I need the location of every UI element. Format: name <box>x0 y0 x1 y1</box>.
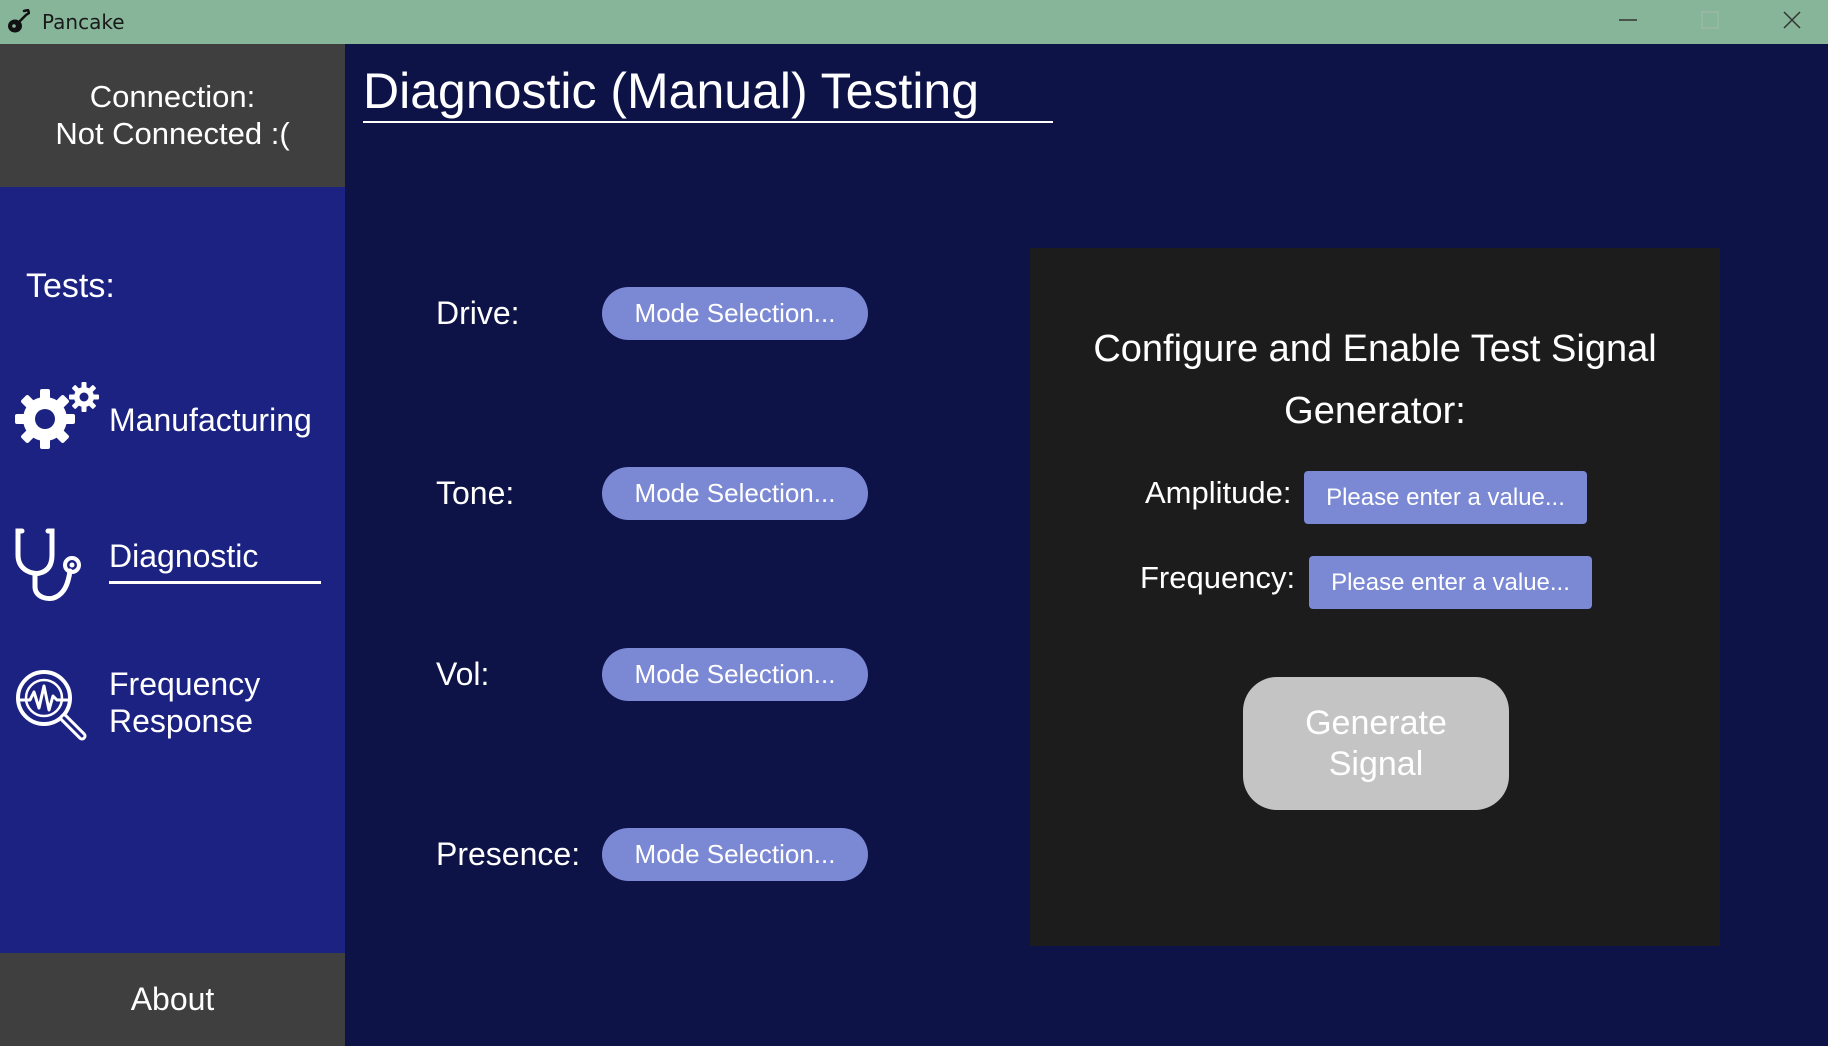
minimize-icon <box>1618 10 1638 35</box>
title-bar: Pancake <box>0 0 1828 44</box>
sidebar-item-manufacturing[interactable]: Manufacturing <box>0 377 345 467</box>
presence-label: Presence: <box>436 836 581 872</box>
connection-status: Connection: Not Connected :( <box>0 44 345 187</box>
frequency-label: Frequency: <box>1140 560 1296 595</box>
title-underline <box>363 121 1053 123</box>
tests-nav: Tests: Manufacturing Diagnostic Frequenc… <box>0 187 345 953</box>
signal-generator-title-line2: Generator: <box>1284 390 1466 432</box>
tone-mode-button[interactable]: Mode Selection... <box>602 467 868 520</box>
frequency-input[interactable]: Please enter a value... <box>1309 556 1592 609</box>
connection-label: Connection: <box>89 79 256 114</box>
close-button[interactable] <box>1752 0 1828 44</box>
generate-signal-label-line2: Signal <box>1328 744 1424 783</box>
drive-label: Drive: <box>436 295 520 331</box>
amplitude-label: Amplitude: <box>1145 475 1292 510</box>
signal-generator-title-line1: Configure and Enable Test Signal <box>1093 328 1657 370</box>
presence-control: Presence: Mode Selection... <box>436 828 956 882</box>
window-title: Pancake <box>42 10 125 34</box>
vol-label: Vol: <box>436 656 490 692</box>
generate-signal-label: Generate Signal <box>1286 703 1466 785</box>
sidebar: Connection: Not Connected :( Tests: Manu… <box>0 44 345 1046</box>
vol-mode-button[interactable]: Mode Selection... <box>602 648 868 701</box>
guitar-icon <box>6 9 30 35</box>
tone-control: Tone: Mode Selection... <box>436 467 956 521</box>
sidebar-item-diagnostic[interactable]: Diagnostic <box>0 527 345 607</box>
active-indicator <box>109 581 321 584</box>
sidebar-item-label-line1: Frequency <box>109 666 261 702</box>
sidebar-item-label: Diagnostic <box>109 538 259 574</box>
maximize-button[interactable] <box>1670 0 1750 44</box>
sidebar-item-label: Frequency Response <box>109 666 260 740</box>
generate-signal-label-line1: Generate <box>1305 703 1447 742</box>
amplitude-input[interactable]: Please enter a value... <box>1304 471 1587 524</box>
signal-generator-panel: Configure and Enable Test Signal Generat… <box>1030 248 1720 946</box>
gears-icon <box>12 379 102 456</box>
about-button[interactable]: About <box>0 953 345 1046</box>
drive-control: Drive: Mode Selection... <box>436 287 956 341</box>
maximize-icon <box>1700 10 1720 35</box>
close-icon <box>1782 10 1802 35</box>
presence-mode-button[interactable]: Mode Selection... <box>602 828 868 881</box>
stethoscope-icon <box>12 527 88 608</box>
sidebar-item-frequency-response[interactable]: Frequency Response <box>0 662 345 752</box>
connection-value: Not Connected :( <box>55 116 290 151</box>
sidebar-item-label: Manufacturing <box>109 402 312 438</box>
page-title: Diagnostic (Manual) Testing <box>363 63 980 119</box>
generate-signal-button[interactable]: Generate Signal <box>1243 677 1509 810</box>
vol-control: Vol: Mode Selection... <box>436 648 956 702</box>
tests-heading: Tests: <box>26 267 115 305</box>
app-window: Pancake Connection: Not Connected :( Tes… <box>0 0 1828 1046</box>
sidebar-item-label-line2: Response <box>109 703 254 739</box>
minimize-button[interactable] <box>1588 0 1668 44</box>
drive-mode-button[interactable]: Mode Selection... <box>602 287 868 340</box>
tone-label: Tone: <box>436 475 515 511</box>
signal-generator-title: Configure and Enable Test Signal Generat… <box>1030 318 1720 442</box>
magnifier-waveform-icon <box>12 666 88 747</box>
